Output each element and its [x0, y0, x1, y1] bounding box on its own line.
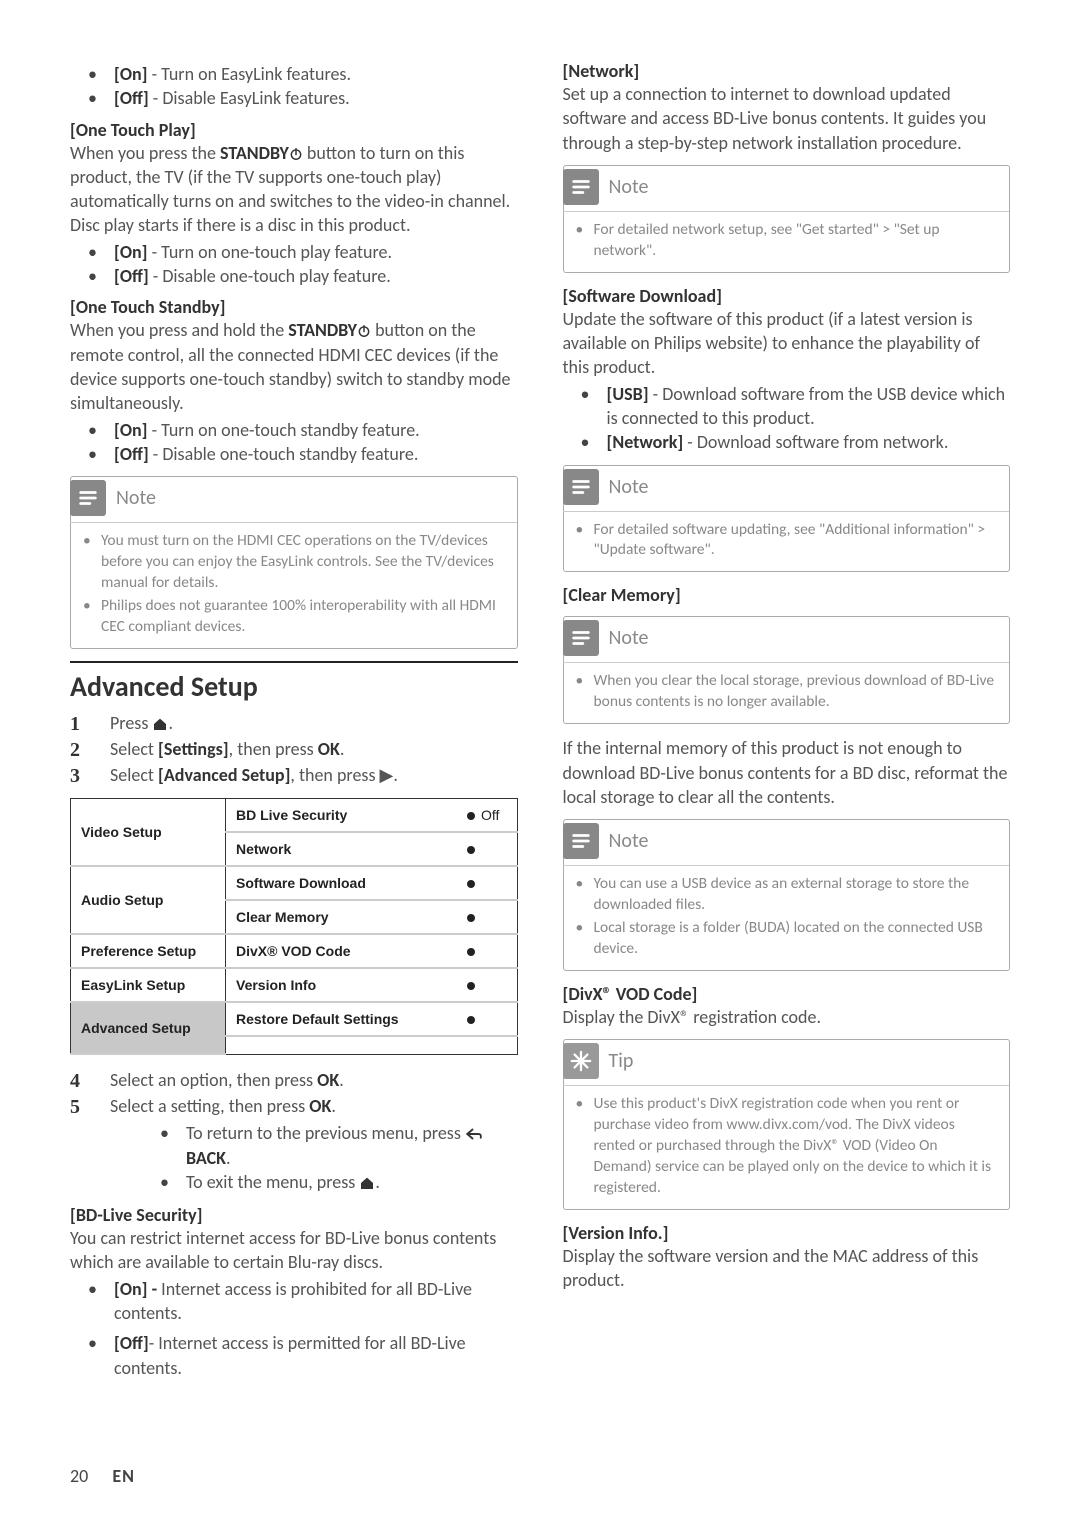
clear-memory-body: If the internal memory of this product i… [563, 736, 1011, 809]
advanced-setup-title: Advanced Setup [70, 661, 518, 704]
menu-left-advanced: Advanced Setup [71, 1002, 226, 1054]
menu-left-pref: Preference Setup [71, 934, 226, 968]
settings-menu-table: Video Setup BD Live Security Off Network… [70, 798, 518, 1055]
note-icon [563, 620, 599, 656]
one-touch-standby-body: When you press and hold the STANDBY butt… [70, 318, 518, 415]
bdlive-off: [Off]- Internet access is permitted for … [70, 1331, 518, 1380]
home-icon [152, 717, 168, 731]
note-easylink: Note You must turn on the HDMI CEC opera… [70, 476, 518, 649]
steps-bottom: 4Select an option, then press OK. 5Selec… [70, 1067, 518, 1194]
divx-body: Display the DivX® registration code. [563, 1005, 1011, 1029]
note-icon [70, 480, 106, 516]
software-download-head: [Software Download] [563, 285, 1011, 307]
ots-options: [On] - Turn on one-touch standby feature… [70, 418, 518, 467]
otp-options: [On] - Turn on one-touch play feature. [… [70, 240, 518, 289]
page-lang: EN [112, 1465, 135, 1487]
menu-left-video: Video Setup [71, 799, 226, 867]
opt-on: [On] - Turn on EasyLink features. [88, 62, 518, 86]
note-icon [563, 169, 599, 205]
opt-off: [Off] - Disable EasyLink features. [88, 86, 518, 110]
menu-left-audio: Audio Setup [71, 866, 226, 934]
network-body: Set up a connection to internet to downl… [563, 82, 1011, 155]
one-touch-play-head: [One Touch Play] [70, 119, 518, 141]
network-head: [Network] [563, 60, 1011, 82]
tip-icon [563, 1043, 599, 1079]
clear-memory-head: [Clear Memory] [563, 584, 1011, 606]
one-touch-standby-head: [One Touch Standby] [70, 296, 518, 318]
steps-top: 1Press . 2Select [Settings], then press … [70, 710, 518, 788]
bdlive-on: [On] - Internet access is prohibited for… [70, 1277, 518, 1326]
bdlive-body: You can restrict internet access for BD-… [70, 1226, 518, 1275]
one-touch-play-body: When you press the STANDBY button to tur… [70, 141, 518, 238]
menu-left-easylink: EasyLink Setup [71, 968, 226, 1002]
page-number: 20 [70, 1465, 88, 1487]
software-download-body: Update the software of this product (if … [563, 307, 1011, 380]
back-icon [465, 1127, 483, 1141]
note-usb-storage: Note You can use a USB device as an exte… [563, 819, 1011, 971]
home-icon [359, 1176, 375, 1190]
sw-opts: [USB] - Download software from the USB d… [563, 382, 1011, 455]
note-software: Note For detailed software updating, see… [563, 465, 1011, 573]
note-clear-memory: Note When you clear the local storage, p… [563, 616, 1011, 724]
note-icon [563, 469, 599, 505]
easylink-options: [On] - Turn on EasyLink features. [Off] … [70, 62, 518, 111]
bdlive-head: [BD-Live Security] [70, 1204, 518, 1226]
note-network: Note For detailed network setup, see "Ge… [563, 165, 1011, 273]
divx-head: [DivX® VOD Code] [563, 983, 1011, 1005]
version-info-body: Display the software version and the MAC… [563, 1244, 1011, 1293]
version-info-head: [Version Info.] [563, 1222, 1011, 1244]
note-icon [563, 823, 599, 859]
tip-divx: Tip Use this product's DivX registration… [563, 1039, 1011, 1210]
page-footer: 20 EN [70, 1465, 135, 1487]
